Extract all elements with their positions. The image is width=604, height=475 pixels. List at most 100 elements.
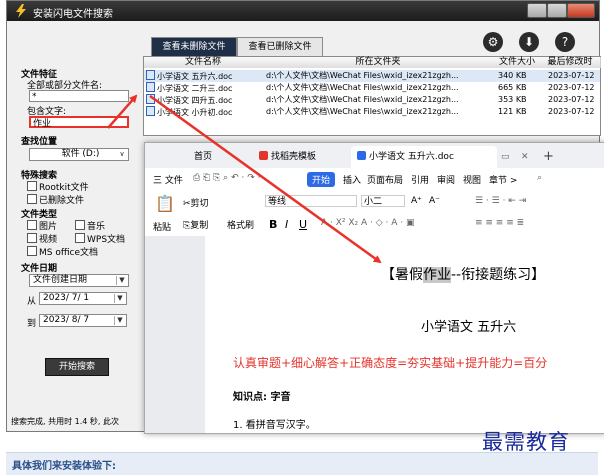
- menu-insert[interactable]: 插入: [343, 173, 361, 186]
- folder-cell: d:\个人文件\文档\WeChat Files\wxid_izex21zgzh.…: [266, 107, 459, 116]
- close-button[interactable]: [567, 3, 595, 18]
- tab-document[interactable]: 小学语文 五升六.doc: [351, 146, 497, 168]
- quick-access-icons[interactable]: ⎙ ⎗ ⎘ ⌕ ↶ · ↷ ·: [193, 173, 260, 183]
- column-header-modified[interactable]: 最后修改时: [540, 57, 601, 68]
- italic-button[interactable]: I: [285, 218, 288, 231]
- tab-template-label: 找稻壳模板: [271, 152, 317, 162]
- section-file-date: 文件日期: [21, 264, 58, 274]
- date-cell: 2023-07-12: [548, 71, 595, 80]
- doc-file-icon: [146, 106, 155, 116]
- to-date-picker[interactable]: 2023/ 8/ 7 ▼: [39, 314, 127, 327]
- type-image-checkbox[interactable]: 图片: [27, 219, 57, 232]
- doc-file-icon: [146, 70, 155, 80]
- wps-doc-icon: [357, 151, 366, 160]
- tab-close-icon[interactable]: ✕: [521, 146, 535, 168]
- checkbox-icon: [75, 233, 85, 243]
- location-select[interactable]: 软件 (D:) ∨: [29, 148, 129, 161]
- checkbox-icon: [27, 181, 37, 191]
- rootkit-checkbox[interactable]: Rootkit文件: [27, 180, 89, 193]
- copy-button[interactable]: ⎘复制: [183, 218, 208, 231]
- font-shrink-button[interactable]: A⁻: [429, 196, 440, 206]
- wps-tab-bar: 首页 找稻壳模板 小学语文 五升六.doc ▭ ✕ +: [145, 143, 604, 168]
- type-music-checkbox[interactable]: 音乐: [75, 219, 105, 232]
- checkbox-icon: [27, 246, 37, 256]
- menu-page-layout[interactable]: 页面布局: [367, 173, 403, 186]
- date-mode-value: 文件创建日期: [33, 275, 88, 285]
- type-office-label: MS office文档: [39, 248, 99, 258]
- deleted-files-checkbox[interactable]: 已删除文件: [27, 193, 84, 206]
- menu-file[interactable]: 三 文件: [153, 173, 183, 186]
- checkbox-icon: [75, 220, 85, 230]
- tab-template[interactable]: 找稻壳模板: [259, 146, 349, 168]
- settings-gear-icon[interactable]: ⚙: [483, 32, 503, 52]
- help-icon[interactable]: ?: [555, 32, 575, 52]
- align-icons[interactable]: ≡ ≡ ≡ ≡ ≣: [475, 218, 524, 228]
- doc-knowledge-point: 知识点: 字音: [233, 392, 291, 403]
- font-grow-button[interactable]: A⁺: [411, 196, 422, 206]
- window-title: 安装闪电文件搜索: [33, 9, 113, 20]
- menu-review[interactable]: 审阅: [437, 173, 455, 186]
- cut-button[interactable]: ✂剪切: [183, 196, 209, 209]
- tab-window-icon[interactable]: ▭: [501, 146, 515, 168]
- menu-start[interactable]: 开始: [307, 172, 336, 187]
- new-tab-button[interactable]: +: [543, 146, 557, 168]
- list-icons[interactable]: ☰ · ☰ · ⇤ ⇥: [475, 196, 526, 206]
- checkbox-icon: [27, 194, 37, 204]
- download-icon[interactable]: ⬇: [519, 32, 539, 52]
- calendar-dropdown-icon: ▼: [114, 294, 125, 303]
- bold-button[interactable]: B: [269, 218, 277, 231]
- maximize-button[interactable]: [547, 3, 567, 18]
- folder-cell: d:\个人文件\文档\WeChat Files\wxid_izex21zgzh.…: [266, 95, 459, 104]
- deleted-label: 已删除文件: [39, 196, 85, 206]
- size-cell: 121 KB: [498, 107, 527, 116]
- tab-deleted-files[interactable]: 查看已删除文件: [237, 37, 323, 56]
- format-painter-button[interactable]: 格式刷: [227, 218, 254, 231]
- minimize-button[interactable]: [527, 3, 547, 18]
- caption-bar: 具体我们来安装体验下:: [6, 452, 598, 475]
- chevron-down-icon: ▼: [116, 276, 127, 285]
- date-cell: 2023-07-12: [548, 83, 595, 92]
- from-date-picker[interactable]: 2023/ 7/ 1 ▼: [39, 292, 127, 305]
- tab-undeleted-files[interactable]: 查看未删除文件: [151, 37, 237, 56]
- highlighted-keyword: 作业: [423, 267, 451, 283]
- search-icon[interactable]: ⌕: [537, 173, 542, 183]
- underline-button[interactable]: U: [299, 218, 307, 231]
- font-size-select[interactable]: 小二: [361, 195, 405, 207]
- type-wps-checkbox[interactable]: WPS文档: [75, 232, 125, 245]
- text-effects-icons[interactable]: A · X² X₂ A · ◇ · A · ▣: [321, 218, 415, 228]
- folder-cell: d:\个人文件\文档\WeChat Files\wxid_izex21zgzh.…: [266, 83, 459, 92]
- filename-input[interactable]: *: [29, 90, 129, 102]
- document-page[interactable]: 【暑假作业--衔接题练习】 小学语文 五升六 认真审题+细心解答+正确态度=夯实…: [205, 236, 604, 433]
- table-row[interactable]: 小学语文 四升五.doc d:\个人文件\文档\WeChat Files\wxi…: [144, 94, 600, 106]
- lightning-logo-icon: [16, 4, 26, 18]
- document-area: ▤ · 【暑假作业--衔接题练习】 小学语文 五升六 认真审题+细心解答+正确态…: [145, 236, 604, 433]
- menu-view[interactable]: 视图: [463, 173, 481, 186]
- column-header-name[interactable]: 文件名称: [144, 57, 263, 68]
- paste-button[interactable]: 粘贴: [153, 220, 171, 233]
- start-search-button[interactable]: 开始搜索: [45, 358, 109, 376]
- table-row[interactable]: 小学语文 小升初.doc d:\个人文件\文档\WeChat Files\wxi…: [144, 106, 600, 118]
- contains-text-input[interactable]: 作业: [29, 116, 129, 129]
- docer-icon: [259, 151, 268, 160]
- doc-file-icon: [146, 82, 155, 92]
- doc-subtitle: 小学语文 五升六: [421, 320, 517, 335]
- date-mode-select[interactable]: 文件创建日期 ▼: [29, 274, 129, 287]
- table-row[interactable]: 小学语文 二升三.doc d:\个人文件\文档\WeChat Files\wxi…: [144, 82, 600, 94]
- status-bar: 搜索完成, 共用时 1.4 秒, 此次: [11, 417, 119, 426]
- table-row[interactable]: 小学语文 五升六.doc d:\个人文件\文档\WeChat Files\wxi…: [144, 70, 600, 82]
- menu-chapter[interactable]: 章节 >: [489, 173, 517, 186]
- font-name-select[interactable]: 等线: [265, 195, 357, 207]
- caption-text: 具体我们来安装体验下:: [12, 461, 116, 472]
- tab-home[interactable]: 首页: [183, 146, 223, 168]
- wps-ribbon: 📋 粘贴 ✂剪切 ⎘复制 格式刷 等线 小二 A⁺ A⁻ B I U A · X…: [145, 190, 604, 237]
- menu-reference[interactable]: 引用: [411, 173, 429, 186]
- paste-icon[interactable]: 📋: [155, 194, 175, 213]
- column-header-folder[interactable]: 所在文件夹: [262, 57, 495, 68]
- doc-question-1: 1. 看拼音写汉字。: [233, 420, 316, 431]
- type-video-checkbox[interactable]: 视频: [27, 232, 57, 245]
- date-cell: 2023-07-12: [548, 95, 595, 104]
- title-bar[interactable]: 安装闪电文件搜索: [7, 1, 599, 21]
- type-office-checkbox[interactable]: MS office文档: [27, 245, 98, 258]
- column-header-size[interactable]: 文件大小: [494, 57, 541, 68]
- scissors-icon: ✂: [183, 199, 191, 209]
